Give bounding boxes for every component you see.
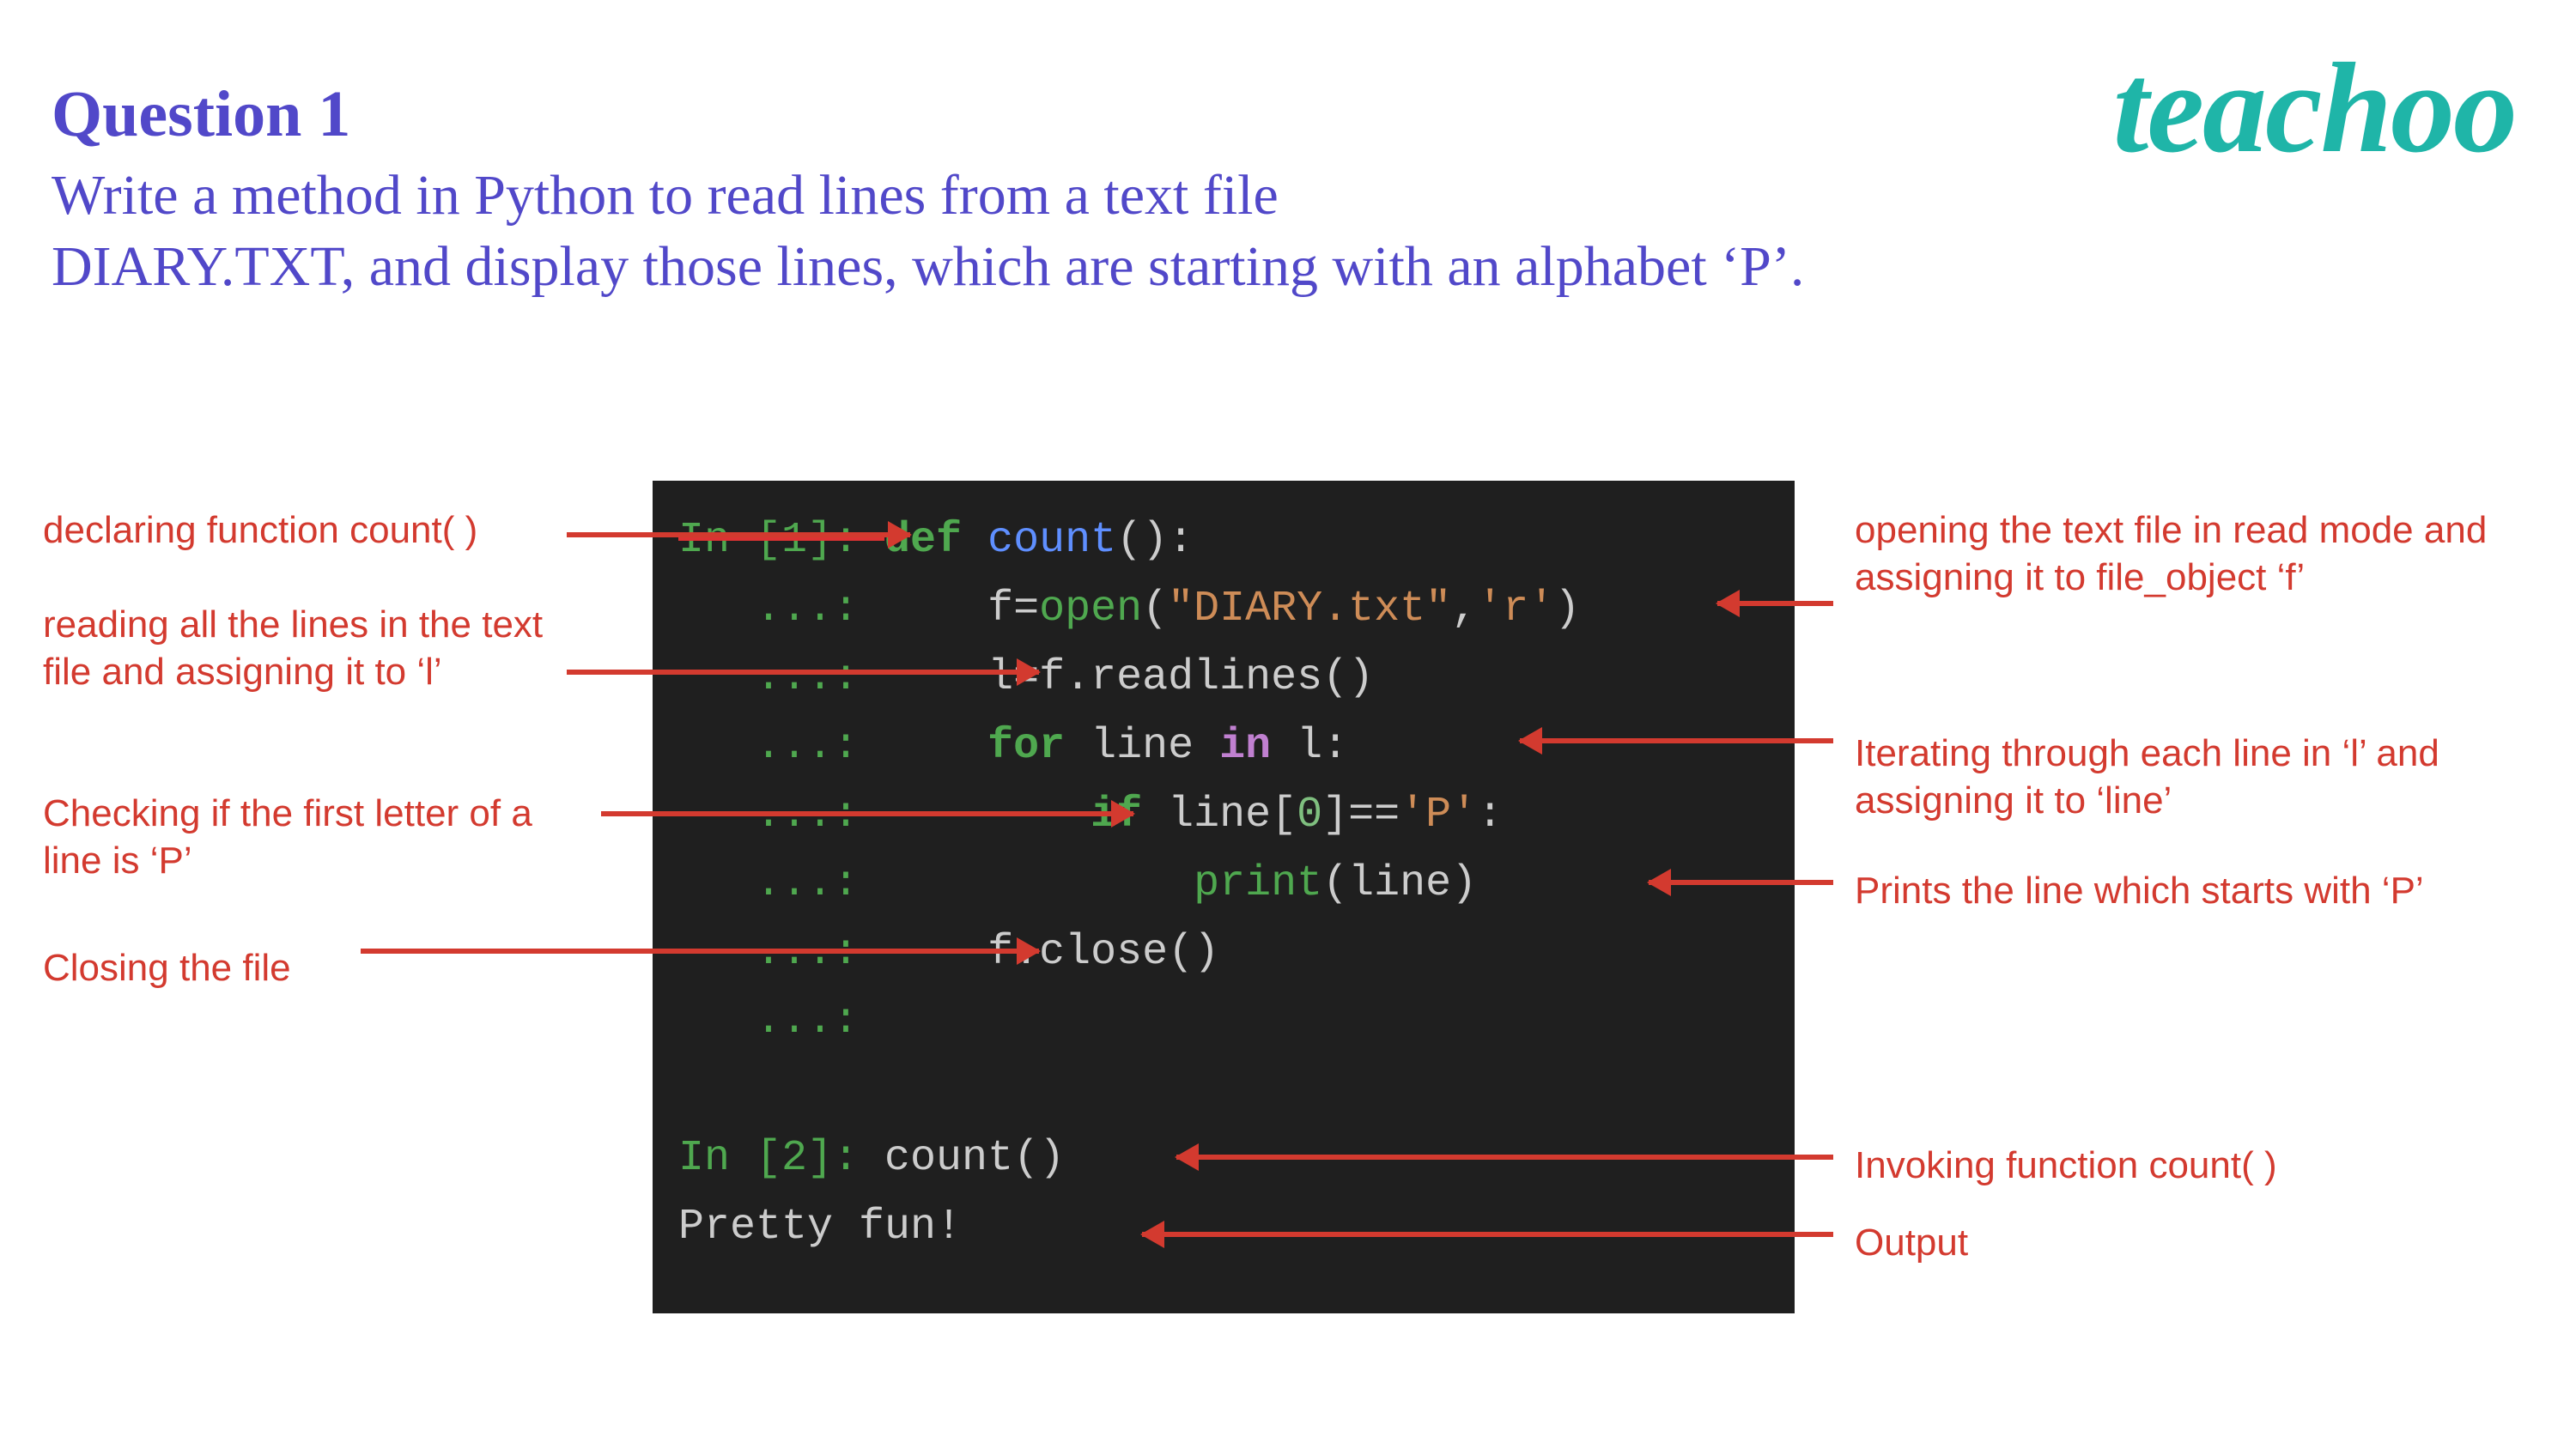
ann-iterate: Iterating through each line in ‘l’ and a… xyxy=(1855,730,2524,824)
ann-print-line: Prints the line which starts with ‘P’ xyxy=(1855,867,2542,914)
str-diary: "DIARY.txt" xyxy=(1168,585,1451,634)
question-line1: Write a method in Python to read lines f… xyxy=(52,164,1279,227)
l2b: ( xyxy=(1142,585,1168,634)
question-body: Write a method in Python to read lines f… xyxy=(52,161,2524,302)
code-editor: In [1]: def count(): ...: f=open("DIARY.… xyxy=(653,481,1795,1313)
arrow-close-file xyxy=(361,949,1039,954)
arrow-print-line xyxy=(1649,880,1833,885)
ann-readlines: reading all the lines in the text file a… xyxy=(43,601,592,695)
l3: l=f.readlines() xyxy=(884,653,1374,702)
str-p: 'P' xyxy=(1400,791,1477,840)
arrow-invoke xyxy=(1176,1155,1833,1160)
l6a xyxy=(884,859,1194,908)
arrow-iterate xyxy=(1520,738,1833,743)
arrow-open-file xyxy=(1717,601,1833,606)
fn-name: count xyxy=(987,516,1116,565)
l2c: , xyxy=(1451,585,1477,634)
l2a: f= xyxy=(884,585,1039,634)
ann-invoke: Invoking function count( ) xyxy=(1855,1142,2456,1189)
l4-rest: l: xyxy=(1297,722,1348,771)
num-zero: 0 xyxy=(1297,791,1322,840)
var-line: line xyxy=(1091,722,1219,771)
cont-prompt: ...: xyxy=(678,859,884,908)
print-fn: print xyxy=(1194,859,1322,908)
kw-in: in xyxy=(1219,722,1297,771)
arrow-readlines xyxy=(567,670,1039,675)
str-r: 'r' xyxy=(1477,585,1554,634)
l5c: : xyxy=(1477,791,1503,840)
ann-open-file: opening the text file in read mode and a… xyxy=(1855,506,2499,601)
ann-output: Output xyxy=(1855,1219,2112,1266)
prompt-in-1: In [1]: xyxy=(678,516,884,565)
question-title: Question 1 xyxy=(52,77,2524,152)
question-header: Question 1 Write a method in Python to r… xyxy=(52,77,2524,302)
arrow-check-first xyxy=(601,811,1133,816)
paren-colon: (): xyxy=(1116,516,1194,565)
ann-declare-fn: declaring function count( ) xyxy=(43,506,592,554)
ann-check-first: Checking if the first letter of a line i… xyxy=(43,790,592,884)
l5b: ]== xyxy=(1322,791,1400,840)
output: Pretty fun! xyxy=(678,1203,962,1252)
kw-for: for xyxy=(884,722,1091,771)
open-fn: open xyxy=(1039,585,1142,634)
question-line2: DIARY.TXT, and display those lines, whic… xyxy=(52,235,1804,298)
cont-prompt: ...: xyxy=(678,653,884,702)
cont-prompt: ...: xyxy=(678,585,884,634)
prompt-in-2: In [2]: xyxy=(678,1134,884,1183)
l5a: line[ xyxy=(1168,791,1297,840)
l2d: ) xyxy=(1554,585,1580,634)
arrow-declare-fn xyxy=(567,532,910,537)
cont-prompt: ...: xyxy=(678,722,884,771)
arrow-output xyxy=(1142,1232,1833,1237)
l6b: (line) xyxy=(1322,859,1477,908)
l9: count() xyxy=(884,1134,1065,1183)
cont-prompt: ...: xyxy=(678,997,884,1046)
